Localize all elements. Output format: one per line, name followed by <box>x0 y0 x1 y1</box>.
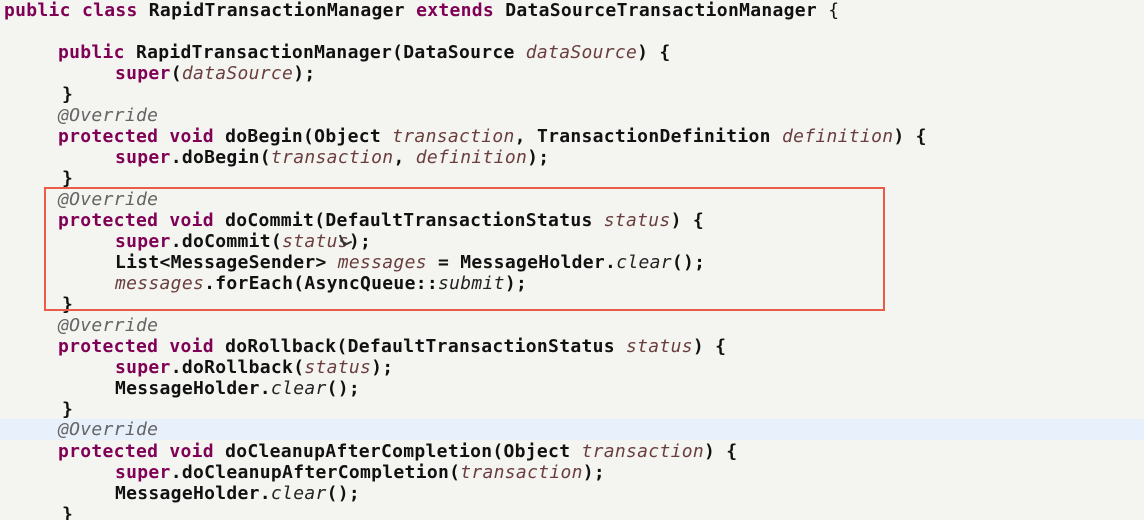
code-line-docleanup-clear[interactable]: MessageHolder.clear(); <box>115 483 360 504</box>
messageholder-reference: MessageHolder. <box>115 483 271 504</box>
code-line-dobegin-end[interactable]: } <box>62 168 73 189</box>
parameter-datasource: dataSource <box>525 42 638 63</box>
keyword-void: void <box>169 126 214 147</box>
paren-open: ( <box>170 63 182 84</box>
close-brace: } <box>62 504 74 520</box>
argument-separator: , <box>393 147 416 168</box>
keyword-void: void <box>169 336 214 357</box>
parameter-transaction: transaction <box>581 441 704 462</box>
code-line-dorollback-super[interactable]: super.doRollback(status); <box>115 357 393 378</box>
code-line-class-declaration[interactable]: public class RapidTransactionManager ext… <box>4 0 839 21</box>
code-line-constructor-signature[interactable]: public RapidTransactionManager(DataSourc… <box>58 42 671 63</box>
method-name-dorollback: doRollback <box>225 336 337 357</box>
signature-separator: , TransactionDefinition <box>514 126 782 147</box>
parameter-definition: definition <box>781 126 894 147</box>
messageholder-reference: MessageHolder. <box>115 378 271 399</box>
class-name: RapidTransactionManager <box>148 0 405 21</box>
override-annotation: @Override <box>58 419 159 440</box>
statement-end: ); <box>371 357 394 378</box>
keyword-class: class <box>81 0 138 21</box>
statement-end: ); <box>582 462 606 483</box>
parameter-transaction: transaction <box>392 126 515 147</box>
code-line-dobegin-super[interactable]: super.doBegin(transaction, definition); <box>115 147 549 168</box>
code-line-dorollback-clear[interactable]: MessageHolder.clear(); <box>115 378 360 399</box>
code-line-annotation[interactable]: @Override <box>58 105 158 126</box>
statement-end: (); <box>326 483 361 504</box>
keyword-extends: extends <box>416 0 495 21</box>
signature-close: ) { <box>893 126 927 147</box>
argument-datasource: dataSource <box>181 63 294 84</box>
statement-end: ); <box>293 63 316 84</box>
code-line-docleanup-end[interactable]: } <box>62 504 73 520</box>
keyword-protected: protected <box>58 126 159 147</box>
method-name-docleanupaftercompletion: doCleanupAfterCompletion <box>225 441 493 462</box>
code-line-constructor-super[interactable]: super(dataSource); <box>115 63 315 84</box>
argument-definition: definition <box>415 147 528 168</box>
argument-transaction: transaction <box>460 462 583 483</box>
code-line-annotation[interactable]: @Override <box>58 315 158 336</box>
override-annotation: @Override <box>58 315 159 336</box>
code-line-dobegin-signature[interactable]: protected void doBegin(Object transactio… <box>58 126 927 147</box>
signature-open: (DefaultTransactionStatus <box>336 336 627 357</box>
super-class-name: DataSourceTransactionManager <box>505 0 818 21</box>
close-brace: } <box>62 168 74 189</box>
override-annotation: @Override <box>58 105 159 126</box>
signature-close: ) { <box>692 336 727 357</box>
method-call: .doRollback( <box>170 357 305 378</box>
signature-close: ) { <box>704 441 738 462</box>
current-line-highlight[interactable]: @Override <box>0 419 1144 440</box>
static-method-clear: clear <box>270 483 327 504</box>
close-brace: } <box>62 399 74 420</box>
signature-open: (Object <box>303 126 393 147</box>
parameter-status: status <box>626 336 693 357</box>
close-brace: } <box>62 84 74 105</box>
static-method-clear: clear <box>270 378 327 399</box>
code-line-docleanup-super[interactable]: super.doCleanupAfterCompletion(transacti… <box>115 462 605 483</box>
keyword-super: super <box>115 147 171 168</box>
code-line-constructor-end[interactable]: } <box>62 84 73 105</box>
argument-status: status <box>304 357 372 378</box>
keyword-super: super <box>115 63 171 84</box>
code-editor[interactable]: public class RapidTransactionManager ext… <box>0 0 1144 520</box>
open-brace: { <box>828 0 840 21</box>
keyword-protected: protected <box>58 336 159 357</box>
keyword-super: super <box>115 462 171 483</box>
keyword-void: void <box>169 441 214 462</box>
method-name-dobegin: doBegin <box>225 126 304 147</box>
constructor-signature-close: ) { <box>637 42 671 63</box>
constructor-name: RapidTransactionManager <box>135 42 393 63</box>
code-line-dorollback-end[interactable]: } <box>62 399 73 420</box>
code-line-docleanup-signature[interactable]: protected void doCleanupAfterCompletion(… <box>58 441 737 462</box>
keyword-public: public <box>4 0 71 21</box>
statement-end: (); <box>326 378 361 399</box>
keyword-super: super <box>115 357 171 378</box>
method-call: .doBegin( <box>170 147 271 168</box>
constructor-signature-open: (DataSource <box>392 42 526 63</box>
argument-transaction: transaction <box>270 147 394 168</box>
highlight-box-docommit <box>44 187 885 311</box>
keyword-protected: protected <box>58 441 159 462</box>
signature-open: (Object <box>492 441 582 462</box>
method-call: .doCleanupAfterCompletion( <box>170 462 461 483</box>
code-line-dorollback-signature[interactable]: protected void doRollback(DefaultTransac… <box>58 336 726 357</box>
statement-end: ); <box>527 147 550 168</box>
keyword-public: public <box>58 42 125 63</box>
